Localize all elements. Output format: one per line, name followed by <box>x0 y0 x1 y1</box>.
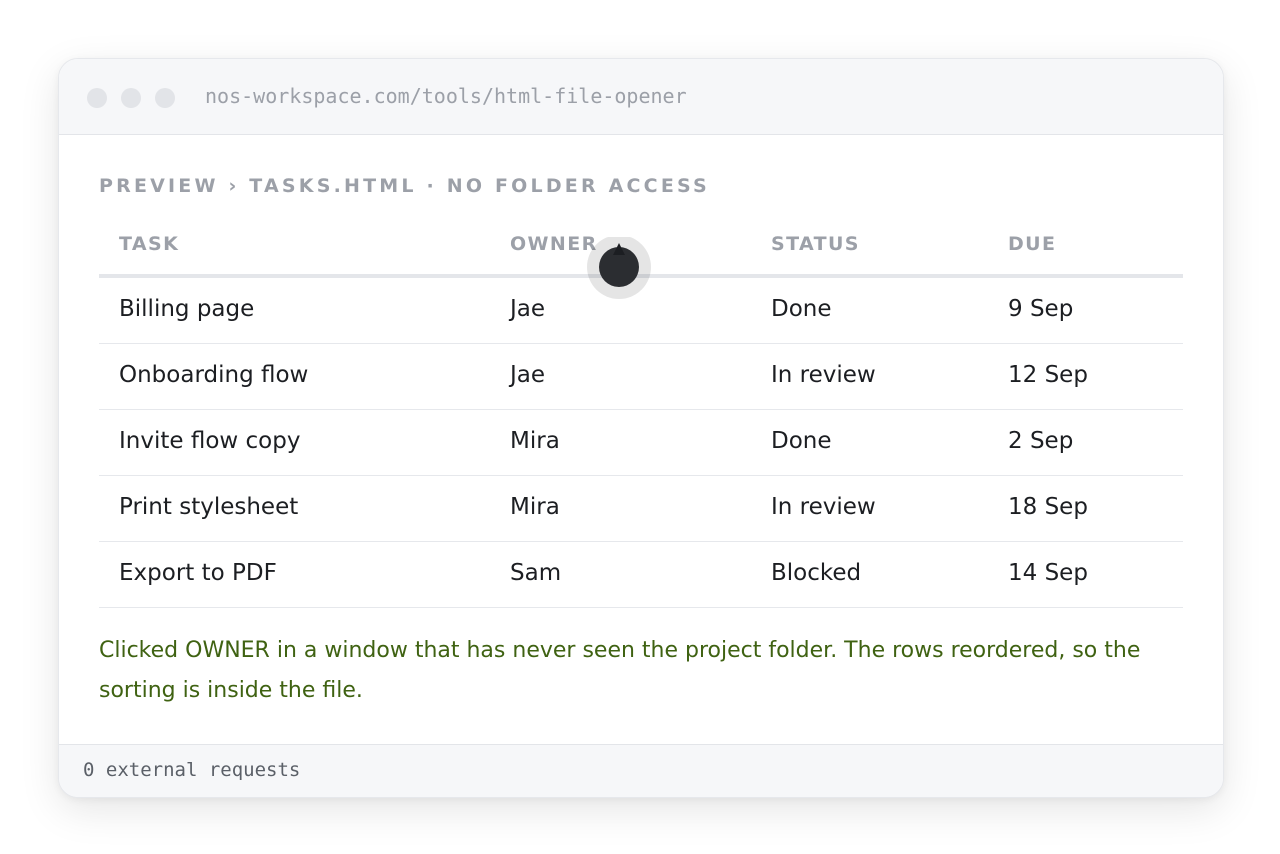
breadcrumb: PREVIEW › TASKS.HTML · NO FOLDER ACCESS <box>99 175 710 197</box>
click-cursor-icon <box>587 237 651 299</box>
status-cell: In review <box>771 494 876 520</box>
owner-cell: Jae <box>510 362 546 388</box>
table-row: Export to PDF Sam Blocked 14 Sep <box>99 542 1183 608</box>
address-bar-url[interactable]: nos-workspace.com/tools/html-file-opener <box>205 84 687 108</box>
table-row: Print stylesheet Mira In review 18 Sep <box>99 476 1183 542</box>
window-dot-close[interactable] <box>87 88 107 108</box>
status-cell: Done <box>771 428 832 454</box>
owner-cell: Sam <box>510 560 562 586</box>
table-row: Onboarding flow Jae In review 12 Sep <box>99 344 1183 410</box>
table-row: Invite flow copy Mira Done 2 Sep <box>99 410 1183 476</box>
window-dot-maximize[interactable] <box>155 88 175 108</box>
task-cell: Export to PDF <box>119 560 277 586</box>
status-footer: 0 external requests <box>59 744 1223 797</box>
task-cell: Billing page <box>119 296 255 322</box>
task-cell: Onboarding flow <box>119 362 309 388</box>
window-dot-minimize[interactable] <box>121 88 141 108</box>
title-bar: nos-workspace.com/tools/html-file-opener <box>59 59 1223 135</box>
status-cell: In review <box>771 362 876 388</box>
status-cell: Blocked <box>771 560 862 586</box>
task-cell: Invite flow copy <box>119 428 301 454</box>
due-cell: 2 Sep <box>1008 428 1074 454</box>
owner-cell: Jae <box>510 296 546 322</box>
status-cell: Done <box>771 296 832 322</box>
task-cell: Print stylesheet <box>119 494 299 520</box>
due-cell: 9 Sep <box>1008 296 1074 322</box>
column-header-status[interactable]: STATUS <box>771 233 860 255</box>
column-header-task[interactable]: TASK <box>119 233 179 255</box>
explanation-note: Clicked OWNER in a window that has never… <box>99 638 1141 703</box>
due-cell: 12 Sep <box>1008 362 1088 388</box>
owner-cell: Mira <box>510 494 560 520</box>
column-header-due[interactable]: DUE <box>1008 233 1056 255</box>
due-cell: 14 Sep <box>1008 560 1088 586</box>
due-cell: 18 Sep <box>1008 494 1088 520</box>
column-header-owner[interactable]: OWNER <box>510 233 598 255</box>
external-requests-count: 0 external requests <box>83 759 301 781</box>
owner-cell: Mira <box>510 428 560 454</box>
browser-window: nos-workspace.com/tools/html-file-opener… <box>58 58 1224 798</box>
